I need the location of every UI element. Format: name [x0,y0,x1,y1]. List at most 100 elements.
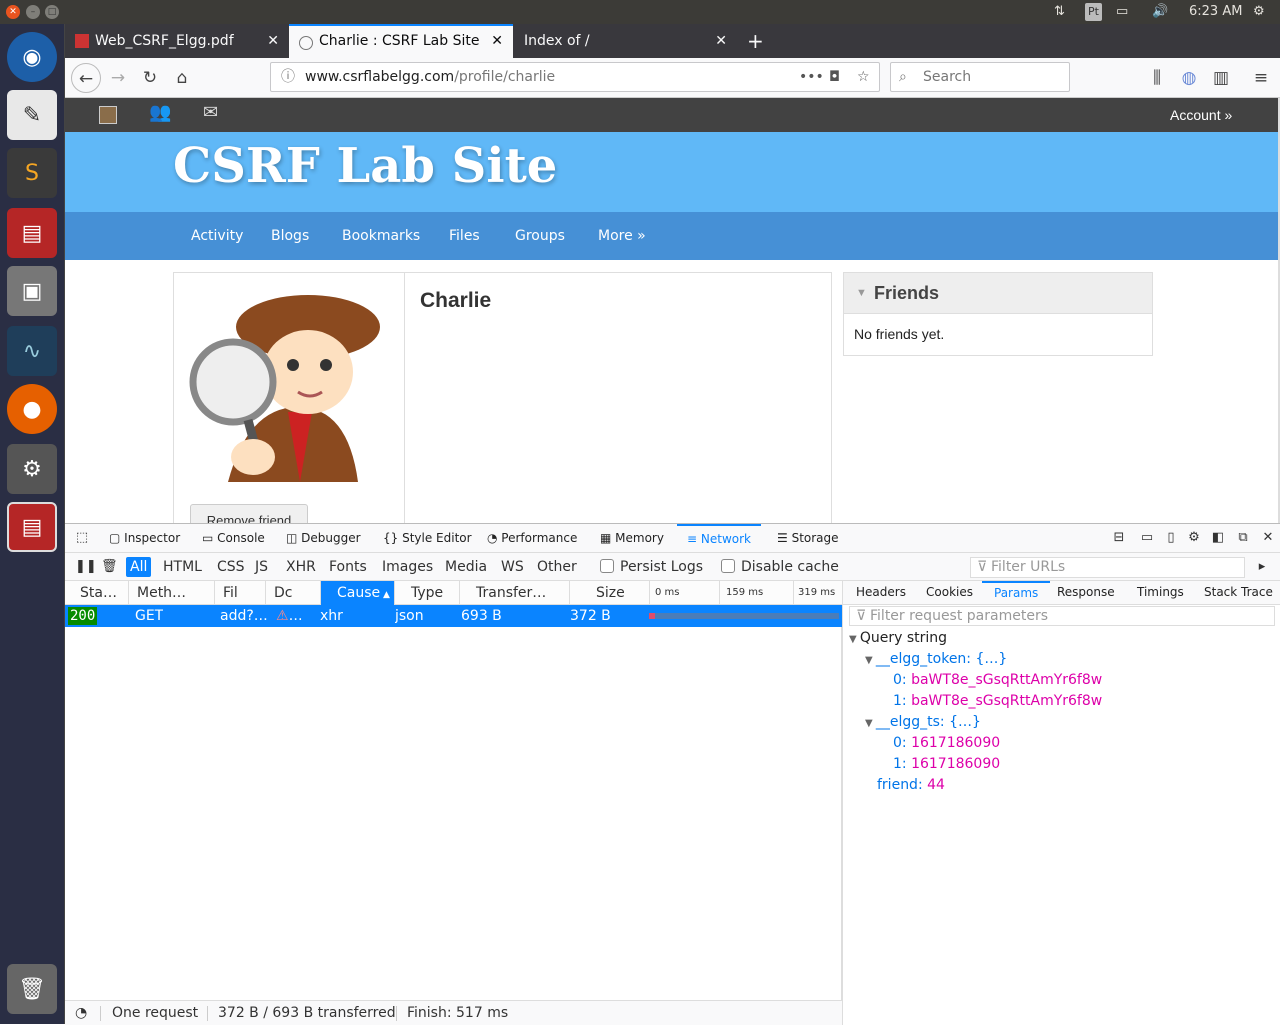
tab-headers[interactable]: Headers [856,581,906,605]
friends-widget-header[interactable]: ▼ Friends [844,273,1152,314]
menu-item-files[interactable]: Files [449,212,480,260]
window-minimize-button[interactable]: – [26,5,40,19]
col-transferred[interactable]: Transfer… [460,581,570,605]
bookmark-star-icon[interactable]: ☆ [857,63,870,91]
user-avatar-icon[interactable] [99,106,117,124]
menu-item-blogs[interactable]: Blogs [271,212,309,260]
filter-images[interactable]: Images [378,557,437,577]
menu-item-bookmarks[interactable]: Bookmarks [342,212,420,260]
responsive-mode-icon[interactable]: ▯ [1163,530,1179,546]
table-row[interactable]: 200 GET add?… ⚠… xhr json 693 B 372 B [65,605,842,627]
param-node-elgg-ts[interactable]: ▼ __elgg_ts: {…} [865,712,981,734]
devtools-settings-icon[interactable]: ⚙ [1186,530,1202,546]
disable-cache-checkbox[interactable] [721,559,735,573]
pt-badge[interactable]: Pt [1085,3,1102,21]
system-settings-icon[interactable]: ⚙ [7,444,57,494]
filter-css[interactable]: CSS [213,557,249,577]
col-domain[interactable]: Dc [266,581,321,605]
param-leaf[interactable]: 1: 1617186090 [893,754,1000,774]
persist-logs-checkbox[interactable] [600,559,614,573]
menu-item-activity[interactable]: Activity [191,212,243,260]
tab-cookies[interactable]: Cookies [926,581,973,605]
page-actions-icon[interactable]: ••• [799,63,824,91]
pause-icon[interactable]: ❚❚ [75,559,97,575]
friends-icon[interactable]: 👥 [149,102,171,123]
filter-params-input[interactable]: ⊽ Filter request parameters [849,606,1275,626]
tab-style-editor[interactable]: {} Style Editor [383,524,472,553]
trash-icon[interactable]: 🗑 [7,964,57,1014]
close-devtools-icon[interactable]: ✕ [1260,530,1276,546]
wireshark-icon[interactable]: ∿ [7,326,57,376]
firefox-icon[interactable]: ● [7,384,57,434]
col-cause[interactable]: Cause ▲ [321,581,395,605]
tab-timings[interactable]: Timings [1137,581,1184,605]
home-button[interactable]: ⌂ [167,63,197,93]
param-leaf[interactable]: 1: baWT8e_sGsqRttAmYr6f8w [893,691,1102,711]
clock[interactable]: 6:23 AM [1189,0,1242,24]
files-icon[interactable]: ▣ [7,266,57,316]
pocket-icon[interactable]: ◘ [829,63,840,91]
filter-fonts[interactable]: Fonts [325,557,371,577]
filter-xhr[interactable]: XHR [282,557,320,577]
tab-response[interactable]: Response [1057,581,1115,605]
menu-item-groups[interactable]: Groups [515,212,565,260]
filter-ws[interactable]: WS [497,557,528,577]
tab-memory[interactable]: ▦ Memory [600,524,664,553]
filter-other[interactable]: Other [533,557,581,577]
library-icon[interactable]: ⫼ [1142,63,1172,93]
split-console-icon[interactable]: ▭ [1139,530,1155,546]
col-method[interactable]: Meth… [129,581,215,605]
filter-js[interactable]: JS [251,557,272,577]
search-box[interactable]: ⌕ Search [890,62,1070,92]
performance-analysis-icon[interactable]: ◔ [75,1001,87,1026]
param-leaf[interactable]: 0: baWT8e_sGsqRttAmYr6f8w [893,670,1102,690]
sublime-text-icon[interactable]: S [7,148,57,198]
new-tab-button[interactable]: + [741,24,771,58]
account-link[interactable]: Account » [1170,98,1232,132]
back-button[interactable]: ← [71,63,101,93]
close-icon[interactable]: ✕ [267,24,279,58]
expand-arrow-icon[interactable]: ▼ [865,655,876,666]
filter-urls-input[interactable]: ⊽ Filter URLs [970,557,1245,578]
settings-gear-icon[interactable]: ⚙ [1253,0,1265,24]
persist-logs-label[interactable]: Persist Logs [620,557,703,577]
menu-item-more[interactable]: More » [598,212,646,260]
ubuntu-dash-icon[interactable]: ◉ [7,32,57,82]
sidebar-icon[interactable]: ▥ [1206,63,1236,93]
tab-network[interactable]: ≡ Network [677,524,761,553]
tab-params[interactable]: Params [982,581,1051,605]
col-size[interactable]: Size [570,581,650,605]
window-close-button[interactable]: ✕ [6,5,20,19]
disable-cache-label[interactable]: Disable cache [741,557,839,577]
tab-charlie[interactable]: Charlie : CSRF Lab Site ✕ [289,24,513,58]
dock-layout-icon[interactable]: ⊟ [1111,530,1127,546]
filter-html[interactable]: HTML [159,557,206,577]
param-leaf-friend[interactable]: friend: 44 [877,775,945,795]
query-string-node[interactable]: ▼ Query string [849,628,947,650]
reload-button[interactable]: ↻ [135,63,165,93]
separate-window-icon[interactable]: ⧉ [1235,530,1251,546]
volume-icon[interactable]: 🔊 [1152,0,1168,24]
tab-stack-trace[interactable]: Stack Trace [1204,581,1273,605]
url-bar[interactable]: ⓘ www.csrflabelgg.com/profile/charlie ••… [270,62,880,92]
window-maximize-button[interactable]: □ [45,5,59,19]
text-editor-icon[interactable]: ✎ [7,90,57,140]
close-icon[interactable]: ✕ [491,26,503,56]
terminal-icon[interactable]: ▤ [7,208,57,258]
param-node-elgg-token[interactable]: ▼ __elgg_token: {…} [865,649,1007,671]
col-status[interactable]: Sta… [65,581,129,605]
network-updown-icon[interactable]: ⇅ [1054,0,1065,24]
filter-media[interactable]: Media [441,557,491,577]
menu-icon[interactable]: ≡ [1246,63,1276,93]
clear-trash-icon[interactable]: 🗑 [101,559,118,575]
remove-friend-button[interactable]: Remove friend [190,504,308,524]
collapse-triangle-icon[interactable]: ▼ [856,273,867,314]
filter-all[interactable]: All [126,557,152,577]
element-picker-icon[interactable]: ⬚ [74,530,90,546]
mail-icon[interactable]: ✉ [203,102,218,123]
close-icon[interactable]: ✕ [715,24,727,58]
tab-inspector[interactable]: ▢ Inspector [109,524,180,553]
tab-storage[interactable]: ☰ Storage [777,524,839,553]
info-icon[interactable]: ⓘ [281,63,295,91]
forward-button[interactable]: → [103,63,133,93]
